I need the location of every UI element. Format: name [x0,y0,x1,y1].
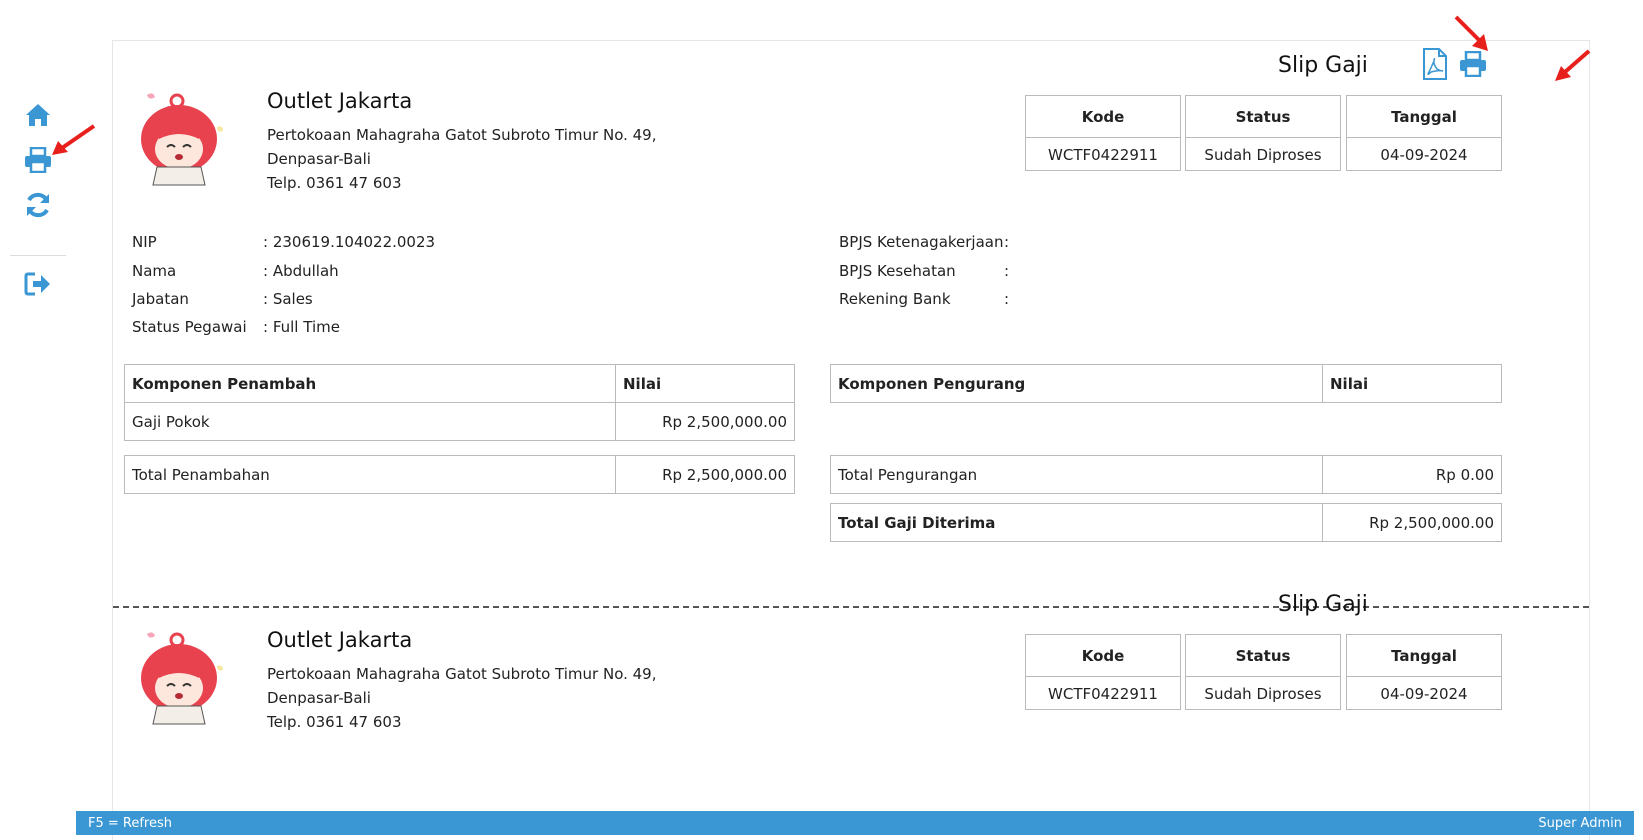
annotation-arrow-icon [1454,15,1488,51]
info-label: Kode [1026,96,1180,138]
outlet-address: Pertokoaan Mahagraha Gatot Subroto Timur… [267,123,657,195]
info-label: Tanggal [1347,635,1501,677]
info-value: Sudah Diproses [1204,145,1322,164]
refresh-button[interactable] [22,189,54,221]
refresh-icon [27,192,49,218]
bpjs-kes-value: : [1004,262,1010,280]
deductions-table: Komponen Pengurang Nilai [830,364,1502,403]
additions-total-table: Total Penambahan Rp 2,500,000.00 [124,455,795,494]
outlet-name: Outlet Jakarta [267,628,413,652]
info-tanggal: Tanggal 04-09-2024 [1346,95,1502,171]
info-kode: Kode WCTF0422911 [1025,95,1181,171]
current-user: Super Admin [1538,815,1622,831]
table-row: Total Gaji Diterima Rp 2,500,000.00 [830,503,1502,542]
annotation-arrow-icon [1555,49,1591,81]
column-header: Komponen Penambah [124,364,616,403]
total-additions-label: Total Penambahan [124,455,616,494]
slip-document: Slip Gaji Outlet Jakarta Pertokoaan Maha… [112,40,1590,840]
employee-name-value: : Abdullah [263,262,339,280]
sidebar [0,0,96,835]
info-label: Kode [1026,635,1180,677]
table-header-row: Komponen Penambah Nilai [124,364,795,403]
address-line: Denpasar-Bali [267,689,371,707]
print-icon [25,147,51,173]
deductions-total-table: Total Pengurangan Rp 0.00 [830,455,1502,494]
bpjs-tk-label: BPJS Ketenagakerjaan [839,233,1004,251]
sidebar-divider [10,255,66,256]
component-name: Gaji Pokok [124,402,616,441]
outlet-phone: Telp. 0361 47 603 [267,713,402,731]
total-additions-value: Rp 2,500,000.00 [615,455,795,494]
info-label: Status [1186,635,1340,677]
total-deductions-value: Rp 0.00 [1322,455,1502,494]
net-salary-label: Total Gaji Diterima [830,503,1323,542]
bpjs-tk-value: : [1004,233,1010,251]
home-icon [26,104,50,126]
slip-2: Slip Gaji Outlet Jakarta Pertokoaan Maha… [113,580,1589,840]
employee-name-label: Nama [132,262,177,280]
info-label: Status [1186,96,1340,138]
company-logo [141,632,223,725]
employee-nip-value: : 230619.104022.0023 [263,233,436,251]
info-tanggal: Tanggal 04-09-2024 [1346,634,1502,710]
column-header: Nilai [1322,364,1502,403]
address-line: Pertokoaan Mahagraha Gatot Subroto Timur… [267,126,657,144]
component-value: Rp 2,500,000.00 [615,402,795,441]
table-row: Total Pengurangan Rp 0.00 [830,455,1502,494]
refresh-hint: F5 = Refresh [88,815,172,831]
additions-table: Komponen Penambah Nilai Gaji Pokok Rp 2,… [124,364,795,441]
info-status: Status Sudah Diproses [1185,95,1341,171]
employee-position-value: : Sales [263,290,313,308]
info-value: 04-09-2024 [1380,145,1468,164]
employee-position-label: Jabatan [132,290,189,308]
annotation-arrow-icon [52,124,96,155]
outlet-address: Pertokoaan Mahagraha Gatot Subroto Timur… [267,662,657,734]
status-bar: F5 = Refresh Super Admin [76,811,1634,835]
bank-account-value: : [1004,290,1010,308]
employee-status-value: : Full Time [263,318,340,336]
slip-1: Slip Gaji Outlet Jakarta Pertokoaan Maha… [113,41,1589,601]
net-salary-table: Total Gaji Diterima Rp 2,500,000.00 [830,503,1502,542]
info-kode: Kode WCTF0422911 [1025,634,1181,710]
info-value: Sudah Diproses [1204,684,1322,703]
table-row: Total Penambahan Rp 2,500,000.00 [124,455,795,494]
company-logo [141,93,223,186]
slip-title: Slip Gaji [1278,53,1368,78]
table-header-row: Komponen Pengurang Nilai [830,364,1502,403]
address-line: Denpasar-Bali [267,150,371,168]
outlet-phone: Telp. 0361 47 603 [267,174,402,192]
column-header: Komponen Pengurang [830,364,1323,403]
table-row: Gaji Pokok Rp 2,500,000.00 [124,402,795,441]
net-salary-value: Rp 2,500,000.00 [1322,503,1502,542]
info-status: Status Sudah Diproses [1185,634,1341,710]
info-value: 04-09-2024 [1380,684,1468,703]
outlet-name: Outlet Jakarta [267,89,413,113]
logout-button[interactable] [22,268,54,300]
employee-nip-label: NIP [132,233,157,251]
info-label: Tanggal [1347,96,1501,138]
employee-status-label: Status Pegawai [132,318,247,336]
info-value: WCTF0422911 [1048,684,1158,703]
total-deductions-label: Total Pengurangan [830,455,1323,494]
slip-title: Slip Gaji [1278,592,1368,617]
address-line: Pertokoaan Mahagraha Gatot Subroto Timur… [267,665,657,683]
info-value: WCTF0422911 [1048,145,1158,164]
column-header: Nilai [615,364,795,403]
logout-icon [24,272,50,296]
bpjs-kes-label: BPJS Kesehatan [839,262,956,280]
bank-account-label: Rekening Bank [839,290,951,308]
